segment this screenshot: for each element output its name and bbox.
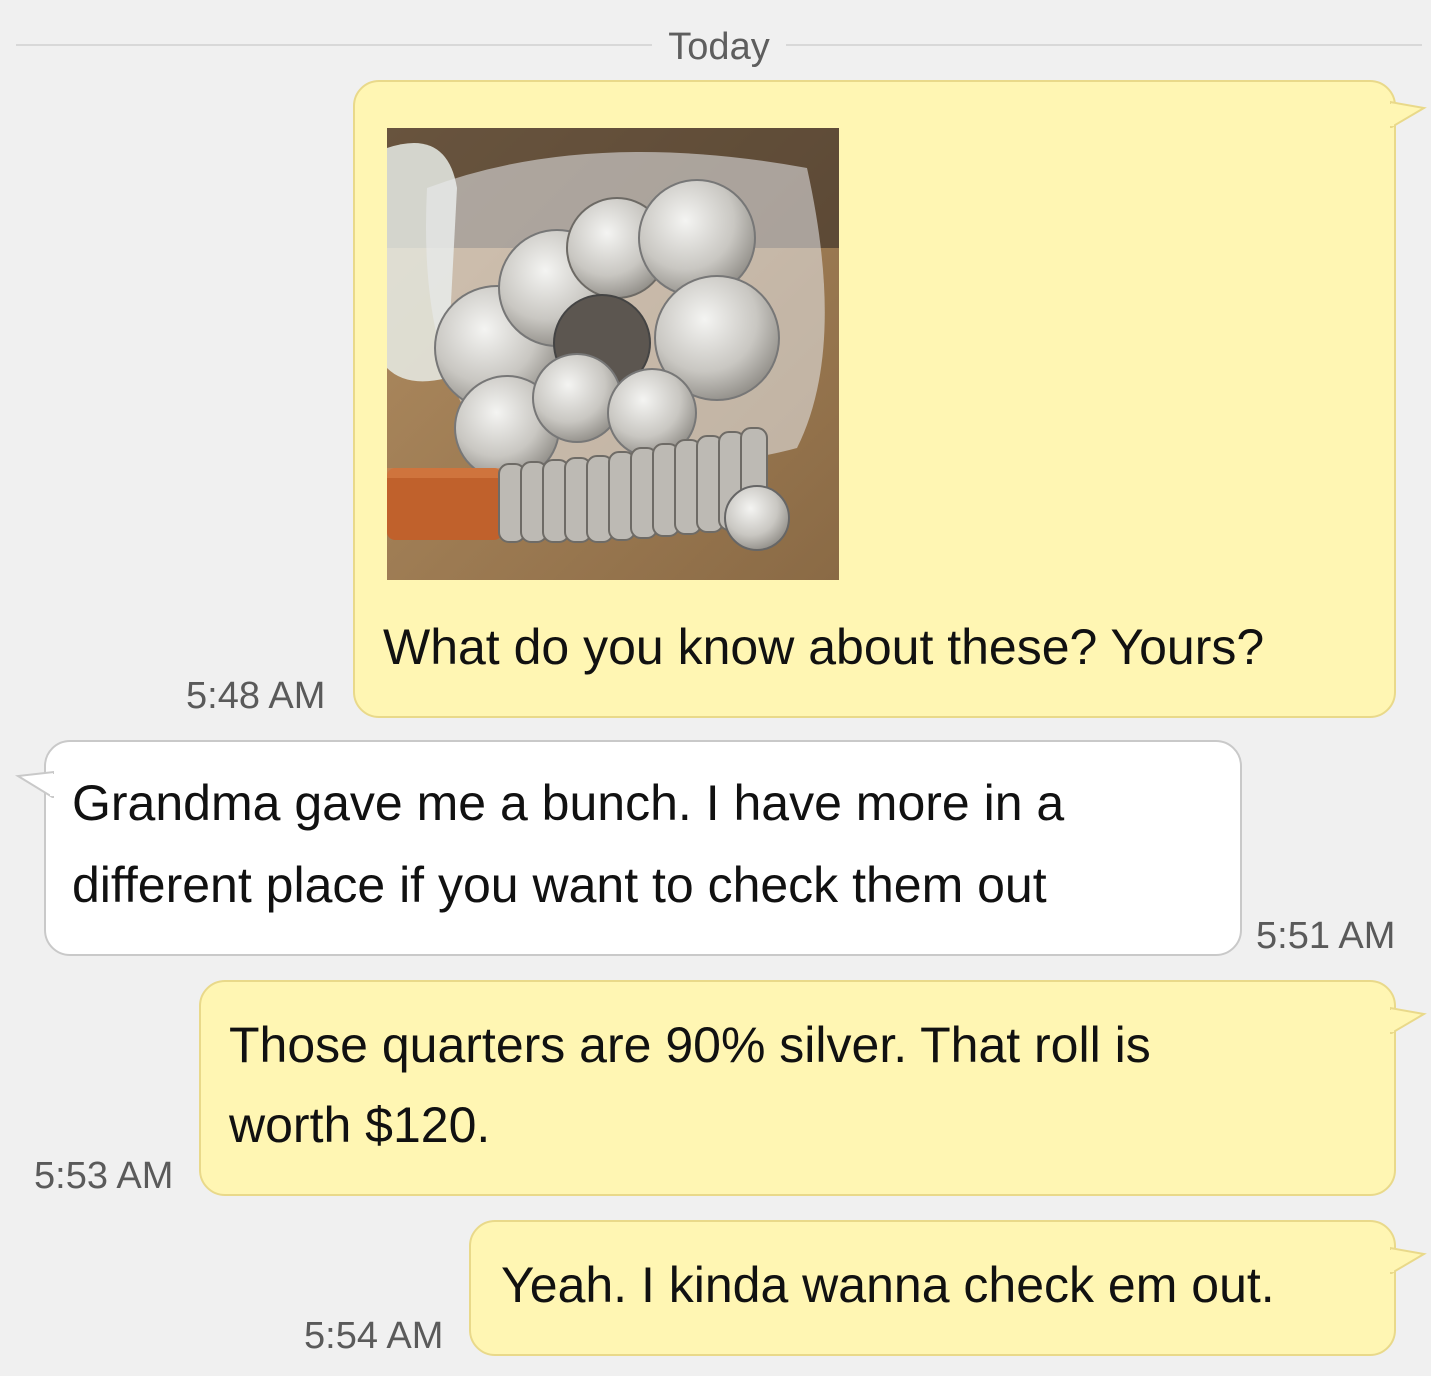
message-text-line: worth $120. [229, 1097, 491, 1153]
message-text-line: Grandma gave me a bunch. I have more in … [72, 775, 1065, 831]
date-divider-label: Today [652, 24, 786, 70]
bubble-tail [1390, 100, 1427, 128]
message-text-line: Those quarters are 90% silver. That roll… [229, 1017, 1151, 1073]
message-timestamp: 5:48 AM [186, 675, 326, 717]
message-timestamp: 5:53 AM [34, 1155, 174, 1197]
message-bubble-outgoing[interactable]: Yeah. I kinda wanna check em out. [469, 1220, 1396, 1356]
message-bubble-outgoing[interactable]: What do you know about these? Yours? [353, 80, 1396, 718]
message-text-line: different place if you want to check the… [72, 857, 1047, 913]
message-text: What do you know about these? Yours? [383, 619, 1265, 675]
bubble-tail [1390, 1006, 1427, 1034]
message-text: Yeah. I kinda wanna check em out. [501, 1257, 1275, 1313]
message-timestamp: 5:51 AM [1256, 915, 1396, 957]
message-timestamp: 5:54 AM [304, 1315, 444, 1357]
message-bubble-outgoing[interactable]: Those quarters are 90% silver. That roll… [199, 980, 1396, 1196]
message-photo[interactable] [387, 128, 839, 580]
bubble-tail [14, 770, 54, 798]
bubble-tail [1390, 1246, 1427, 1274]
message-bubble-incoming[interactable]: Grandma gave me a bunch. I have more in … [44, 740, 1242, 956]
